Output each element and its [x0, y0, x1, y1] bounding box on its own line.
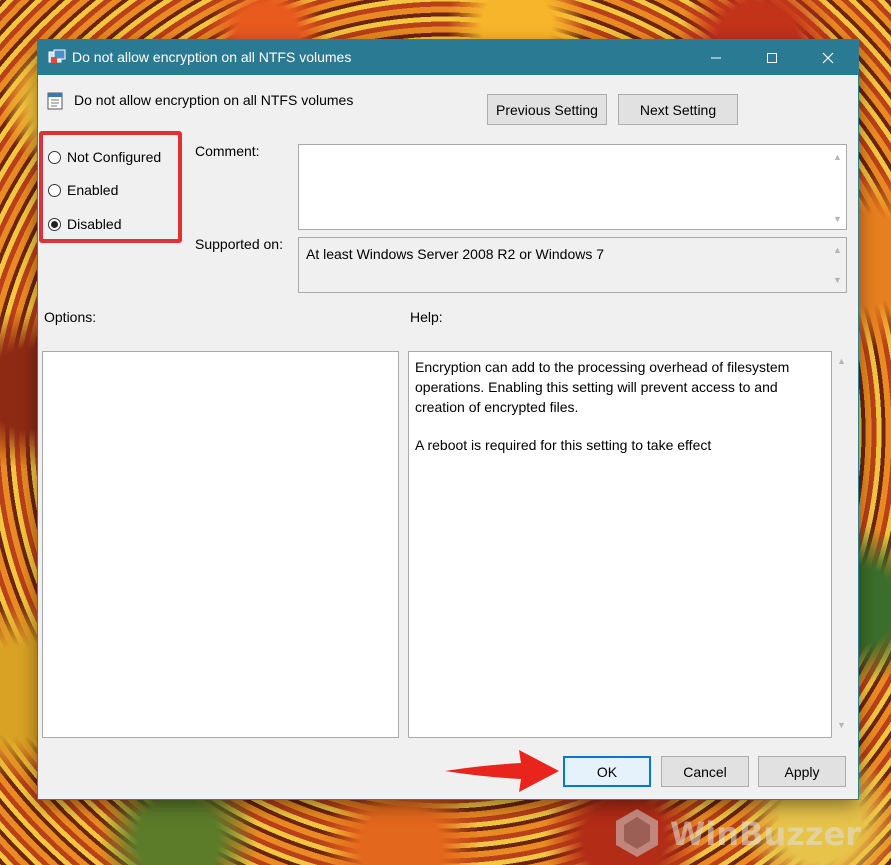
options-label: Options: [44, 309, 97, 325]
scroll-up-icon[interactable]: ▲ [833, 153, 842, 162]
apply-button[interactable]: Apply [758, 756, 846, 787]
radio-selected-dot [51, 220, 58, 228]
options-panel [42, 351, 399, 738]
scroll-up-icon[interactable]: ▲ [833, 246, 842, 255]
watermark-text: WinBuzzer [670, 815, 861, 853]
radio-label: Disabled [67, 216, 122, 232]
supported-on-value: At least Windows Server 2008 R2 or Windo… [306, 246, 605, 262]
comment-label: Comment: [195, 143, 260, 159]
radio-button[interactable] [48, 150, 61, 164]
window-title: Do not allow encryption on all NTFS volu… [72, 49, 352, 65]
help-paragraph: Encryption can add to the processing ove… [415, 359, 790, 415]
supported-on-label: Supported on: [195, 236, 283, 252]
policy-dialog: Do not allow encryption on all NTFS volu… [38, 40, 858, 799]
close-icon [822, 52, 834, 63]
help-label: Help: [410, 309, 443, 325]
annotation-arrow-icon [445, 750, 559, 792]
cancel-button[interactable]: Cancel [661, 756, 749, 787]
previous-setting-button[interactable]: Previous Setting [487, 94, 607, 125]
radio-disabled[interactable]: Disabled [48, 216, 121, 232]
radio-button[interactable] [48, 183, 61, 197]
maximize-icon [767, 52, 777, 63]
next-setting-button[interactable]: Next Setting [618, 94, 738, 125]
radio-button-selected[interactable] [48, 217, 61, 231]
comment-textarea[interactable]: ▲ ▼ [298, 144, 847, 230]
minimize-button[interactable] [688, 40, 744, 75]
policy-editor-icon [48, 49, 66, 63]
radio-label: Not Configured [67, 149, 162, 165]
policy-name: Do not allow encryption on all NTFS volu… [74, 92, 354, 108]
help-paragraph: A reboot is required for this setting to… [415, 437, 712, 453]
winbuzzer-logo-icon [616, 809, 658, 857]
scroll-down-icon[interactable]: ▼ [833, 215, 842, 224]
close-button[interactable] [800, 40, 856, 75]
scroll-down-icon[interactable]: ▼ [837, 721, 846, 730]
scroll-down-icon[interactable]: ▼ [833, 276, 842, 285]
maximize-button[interactable] [744, 40, 800, 75]
radio-enabled[interactable]: Enabled [48, 182, 118, 198]
winbuzzer-watermark: WinBuzzer [612, 807, 882, 859]
policy-setting-icon [47, 92, 63, 110]
radio-not-configured[interactable]: Not Configured [48, 149, 161, 165]
title-bar[interactable]: Do not allow encryption on all NTFS volu… [38, 40, 858, 75]
help-scrollbar[interactable]: ▲ ▼ [833, 351, 850, 738]
minimize-icon [711, 57, 721, 58]
supported-on-field: At least Windows Server 2008 R2 or Windo… [298, 237, 847, 293]
comment-scrollbar[interactable]: ▲ ▼ [829, 145, 846, 229]
ok-button[interactable]: OK [563, 756, 651, 787]
scroll-up-icon[interactable]: ▲ [837, 357, 846, 366]
help-text: Encryption can add to the processing ove… [415, 357, 825, 473]
supported-scrollbar[interactable]: ▲ ▼ [829, 238, 846, 292]
help-panel: Encryption can add to the processing ove… [408, 351, 832, 738]
radio-label: Enabled [67, 182, 119, 198]
